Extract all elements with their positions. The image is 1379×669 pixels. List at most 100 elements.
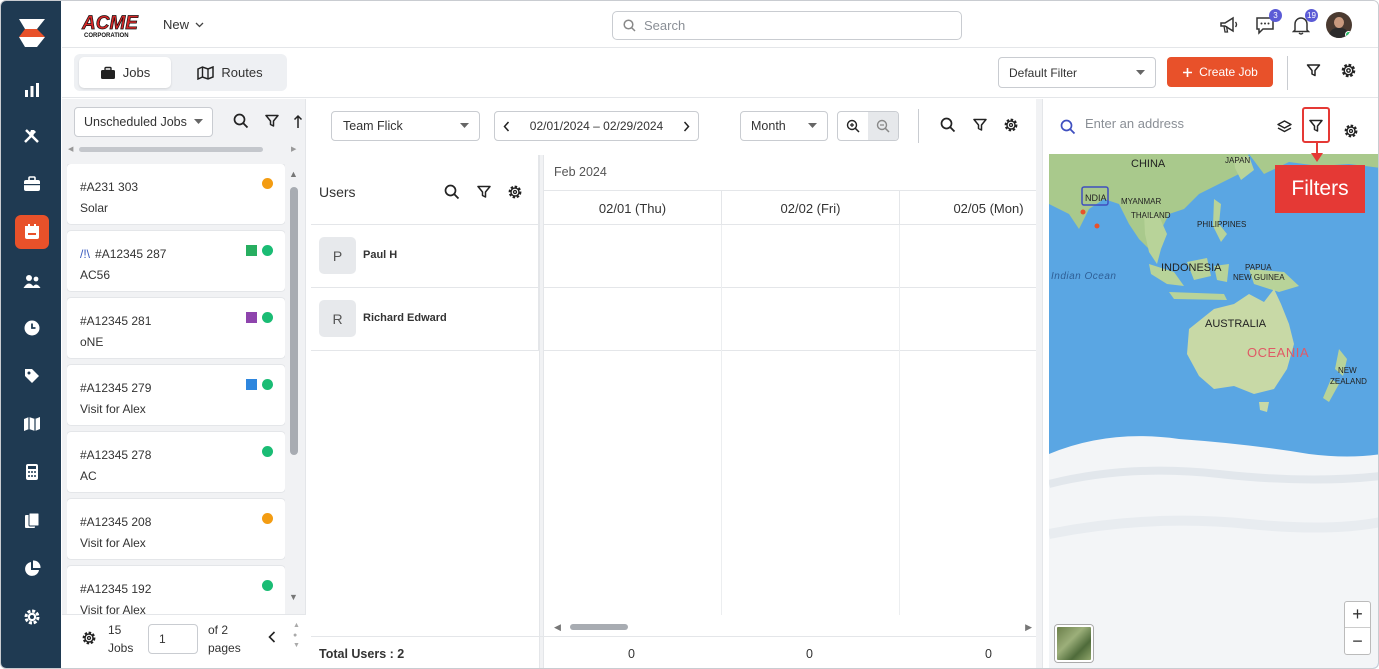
scroll-right-arrow[interactable]: ▶ xyxy=(291,145,296,153)
jobs-icon[interactable] xyxy=(15,167,49,201)
job-card[interactable]: #A12345 208 Visit for Alex xyxy=(67,499,285,559)
scroll-right-arrow[interactable]: ▶ xyxy=(1025,622,1032,633)
unscheduled-jobs-value: Unscheduled Jobs xyxy=(84,115,187,129)
schedule-horizontal-scrollbar[interactable]: ◀ ▶ xyxy=(554,622,1034,632)
sort-arrow-up-icon[interactable] xyxy=(293,114,303,129)
job-id: #A12345 208 xyxy=(80,515,152,529)
job-description: Visit for Alex xyxy=(80,402,146,416)
logo-icon[interactable] xyxy=(15,15,49,51)
status-square xyxy=(246,379,257,390)
search-icon[interactable] xyxy=(233,113,249,129)
tab-jobs[interactable]: Jobs xyxy=(79,57,171,88)
team-select[interactable]: Team Flick xyxy=(331,111,480,141)
customers-icon[interactable] xyxy=(15,264,49,298)
status-dot xyxy=(262,446,273,457)
map-label-indonesia: INDONESIA xyxy=(1161,262,1222,274)
settings-icon[interactable] xyxy=(15,600,49,634)
timesheet-icon[interactable] xyxy=(15,311,49,345)
chevron-left-icon[interactable] xyxy=(503,121,510,132)
job-status-marks xyxy=(246,379,273,390)
gear-icon[interactable] xyxy=(507,184,523,200)
schedule-row[interactable] xyxy=(544,225,1041,288)
job-id: #A12345 279 xyxy=(80,381,152,395)
calculator-icon[interactable] xyxy=(15,455,49,489)
map-label-indian-ocean: Indian Ocean xyxy=(1051,271,1117,282)
view-select[interactable]: Month xyxy=(740,111,828,141)
gear-icon[interactable] xyxy=(1003,117,1019,133)
reports-icon[interactable] xyxy=(15,73,49,107)
filter-icon[interactable] xyxy=(1306,63,1321,78)
schedule-icon[interactable] xyxy=(15,215,49,249)
job-card[interactable]: #A12345 279 Visit for Alex xyxy=(67,365,285,425)
map-zoom-in-button[interactable]: + xyxy=(1345,602,1370,628)
new-dropdown[interactable]: New xyxy=(163,17,204,32)
map-view[interactable]: CHINA JAPAN NDIA MYANMAR THAILAND PHILIP… xyxy=(1049,154,1378,668)
scroll-up-arrow[interactable]: ▲ xyxy=(289,169,298,179)
announcement-icon[interactable] xyxy=(1218,14,1240,36)
zoom-in-icon xyxy=(846,119,860,133)
job-status-marks xyxy=(262,446,273,457)
job-description: oNE xyxy=(80,335,104,349)
tab-routes[interactable]: Routes xyxy=(176,57,284,88)
scroll-down-arrow[interactable]: ▼ xyxy=(289,592,298,602)
zoom-out-button[interactable] xyxy=(868,112,898,140)
job-card[interactable]: #A231 303 Solar xyxy=(67,164,285,224)
schedule-row[interactable] xyxy=(544,288,1041,351)
job-id: #A12345 192 xyxy=(80,582,152,596)
job-card[interactable]: #A12345 281 oNE xyxy=(67,298,285,358)
acme-logo[interactable]: ACME CORPORATION xyxy=(80,11,146,39)
satellite-view-toggle[interactable] xyxy=(1055,625,1093,662)
gear-icon[interactable] xyxy=(1340,62,1357,79)
horizontal-scrollbar[interactable] xyxy=(79,147,263,152)
map-label-china: CHINA xyxy=(1131,158,1166,170)
day-total: 0 xyxy=(985,647,992,661)
filter-icon[interactable] xyxy=(477,185,491,199)
gear-icon[interactable] xyxy=(1343,123,1359,139)
tags-icon[interactable] xyxy=(15,359,49,393)
user-row[interactable]: R Richard Edward xyxy=(311,288,539,351)
map-icon[interactable] xyxy=(15,407,49,441)
job-card[interactable]: #A12345 278 AC xyxy=(67,432,285,492)
search-icon[interactable] xyxy=(444,184,460,200)
bell-icon[interactable]: 19 xyxy=(1290,9,1318,36)
scroll-left-arrow[interactable]: ◀ xyxy=(554,622,561,633)
job-status-marks xyxy=(246,312,273,323)
user-name: Richard Edward xyxy=(363,312,447,324)
create-job-button[interactable]: Create Job xyxy=(1167,57,1273,87)
tools-icon[interactable] xyxy=(15,119,49,153)
user-row[interactable]: P Paul H xyxy=(311,225,539,288)
filter-icon[interactable] xyxy=(265,114,279,128)
day-column-header[interactable]: 02/02 (Fri) xyxy=(722,191,900,226)
divider xyxy=(1287,56,1288,90)
search-input[interactable] xyxy=(644,18,944,33)
chevron-right-icon[interactable] xyxy=(683,121,690,132)
page-number-input[interactable]: 1 xyxy=(148,624,198,654)
user-avatar[interactable] xyxy=(1326,12,1352,38)
documents-icon[interactable] xyxy=(15,504,49,538)
scroll-left-arrow[interactable]: ◀ xyxy=(68,145,73,153)
address-input[interactable] xyxy=(1085,116,1265,131)
search-icon[interactable] xyxy=(940,117,956,133)
day-column-header[interactable]: 02/05 (Mon) xyxy=(900,191,1041,226)
analytics-icon[interactable] xyxy=(15,552,49,586)
filter-icon[interactable] xyxy=(973,118,987,132)
vertical-scrollbar[interactable] xyxy=(290,187,298,455)
global-search[interactable] xyxy=(612,11,962,40)
scroll-thumb[interactable] xyxy=(570,624,628,630)
layers-icon[interactable] xyxy=(1277,120,1292,134)
default-filter-select[interactable]: Default Filter xyxy=(998,57,1156,88)
date-range-picker[interactable]: 02/01/2024 – 02/29/2024 xyxy=(494,111,699,141)
unscheduled-jobs-select[interactable]: Unscheduled Jobs xyxy=(74,107,213,137)
map-label-zealand: ZEALAND xyxy=(1330,377,1367,386)
page-spinner[interactable]: ▲ ● ▼ xyxy=(293,621,300,651)
job-card-list: #A231 303 Solar /!\ #A12345 287 AC56 #A12… xyxy=(67,164,285,668)
job-card[interactable]: /!\ #A12345 287 AC56 xyxy=(67,231,285,291)
zoom-in-button[interactable] xyxy=(838,112,868,140)
map-label-new-guinea: NEW GUINEA xyxy=(1233,273,1285,282)
job-status-marks xyxy=(262,178,273,189)
gear-icon[interactable] xyxy=(81,630,97,646)
map-zoom-out-button[interactable]: − xyxy=(1345,628,1370,654)
chevron-left-icon[interactable] xyxy=(268,631,276,643)
day-column-header[interactable]: 02/01 (Thu) xyxy=(544,191,722,226)
chat-icon[interactable]: 3 xyxy=(1254,9,1282,36)
